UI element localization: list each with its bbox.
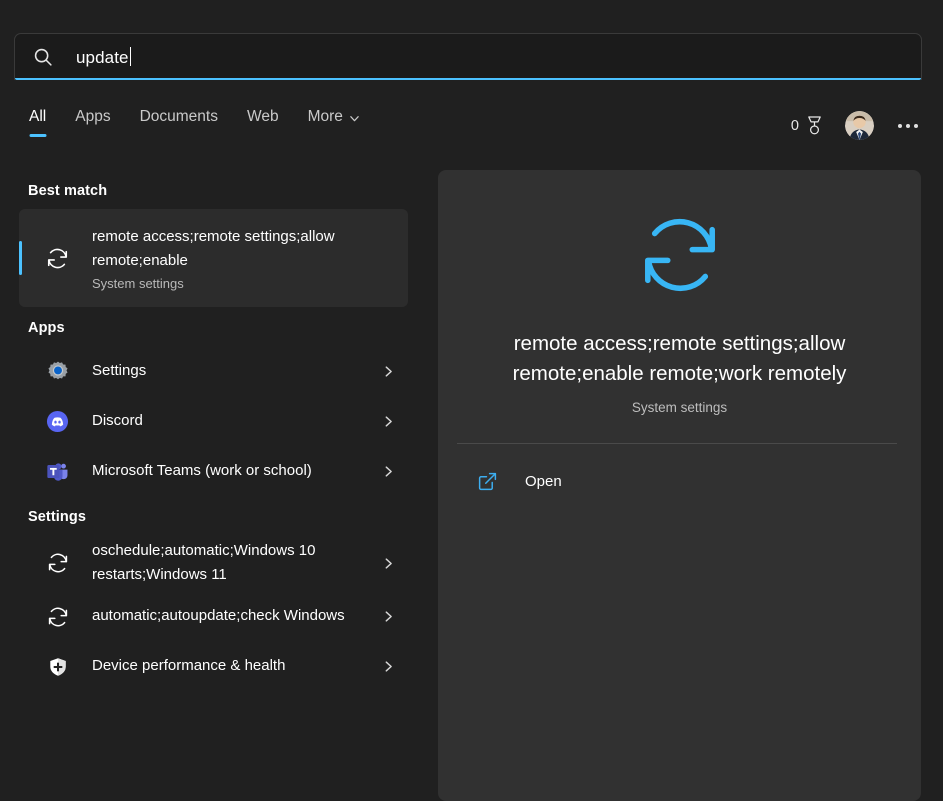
tab-more-label: More: [307, 108, 343, 125]
tab-all[interactable]: All: [28, 108, 47, 137]
preview-subtitle: System settings: [631, 399, 728, 415]
result-item-setting-1[interactable]: oschedule;automatic;Windows 10 restarts;…: [19, 535, 408, 592]
result-best-match-title: remote access;remote settings;allow remo…: [92, 227, 335, 269]
medal-icon: [808, 116, 821, 135]
sync-icon: [644, 218, 715, 292]
shield-icon: [45, 654, 70, 679]
tab-more[interactable]: More: [307, 108, 361, 137]
result-item-discord-label: Discord: [92, 411, 143, 429]
tab-web-label: Web: [246, 108, 279, 125]
result-item-settings[interactable]: Settings: [19, 346, 408, 396]
avatar[interactable]: [845, 111, 874, 140]
preview-divider: [457, 442, 897, 444]
settings-gear-icon: [45, 359, 70, 384]
text-cursor: [129, 46, 131, 66]
result-item-setting-2[interactable]: automatic;autoupdate;check Windows: [19, 592, 408, 642]
tab-apps-label: Apps: [75, 108, 111, 125]
result-item-discord[interactable]: Discord: [19, 396, 408, 446]
active-tab-indicator: [29, 134, 47, 137]
tab-documents-label: Documents: [139, 108, 218, 125]
open-external-icon: [478, 472, 497, 490]
chevron-right-icon[interactable]: [382, 610, 395, 623]
selection-indicator: [19, 241, 22, 275]
result-item-device-performance-health-label: Device performance & health: [92, 657, 286, 675]
search-bar[interactable]: update: [14, 33, 922, 80]
preview-title: remote access;remote settings;allow remo…: [512, 332, 847, 386]
result-item-microsoft-teams[interactable]: Microsoft Teams (work or school): [19, 446, 408, 496]
preview-hero: remote access;remote settings;allow remo…: [438, 170, 921, 415]
sync-icon: [47, 248, 68, 268]
search-icon: [34, 48, 52, 66]
search-results-list[interactable]: Best match remote access;remote settings…: [0, 170, 425, 801]
chevron-right-icon[interactable]: [382, 660, 395, 673]
chevron-right-icon[interactable]: [382, 365, 395, 378]
result-best-match-text: remote access;remote settings;allow remo…: [92, 225, 342, 292]
rewards-button[interactable]: 0: [791, 115, 824, 136]
search-focus-underline: [15, 78, 921, 80]
filter-tabs-bar: All Apps Documents Web More 0: [0, 108, 943, 154]
chevron-down-icon: [350, 115, 359, 121]
microsoft-teams-icon: [45, 459, 70, 484]
ellipsis-icon: [906, 123, 910, 128]
result-item-setting-2-label: automatic;autoupdate;check Windows: [92, 607, 345, 625]
filter-tabs: All Apps Documents Web More: [28, 108, 361, 137]
group-header-best-match: Best match: [28, 183, 108, 199]
search-input[interactable]: update: [14, 33, 922, 80]
tab-apps[interactable]: Apps: [74, 108, 111, 137]
search-input-value: update: [76, 47, 129, 67]
discord-icon: [45, 409, 70, 434]
result-item-settings-label: Settings: [92, 361, 147, 379]
chevron-right-icon[interactable]: [382, 415, 395, 428]
result-item-setting-1-label: oschedule;automatic;Windows 10 restarts;…: [92, 542, 316, 584]
tab-all-label: All: [29, 108, 47, 125]
avatar-photo: [845, 111, 874, 140]
windows-search-window: update All Apps Documents Web More 0 Bes…: [0, 0, 943, 801]
sync-icon: [45, 551, 70, 576]
more-options-button[interactable]: [895, 118, 921, 134]
rewards-count: 0: [790, 117, 799, 134]
result-item-microsoft-teams-label: Microsoft Teams (work or school): [92, 461, 312, 479]
open-button-label: Open: [525, 472, 562, 490]
ellipsis-icon: [898, 123, 902, 128]
result-item-device-performance-health[interactable]: Device performance & health: [19, 642, 408, 692]
sync-icon: [45, 604, 70, 629]
header-actions: 0: [791, 111, 921, 140]
result-best-match-subtitle: System settings: [92, 276, 184, 292]
result-best-match[interactable]: remote access;remote settings;allow remo…: [19, 209, 408, 307]
open-button[interactable]: Open: [452, 460, 907, 503]
chevron-right-icon[interactable]: [382, 557, 395, 570]
chevron-right-icon[interactable]: [382, 465, 395, 478]
group-header-apps: Apps: [28, 320, 65, 336]
group-header-settings: Settings: [28, 509, 86, 525]
result-preview-panel: remote access;remote settings;allow remo…: [438, 170, 921, 801]
search-input-value-wrap: update: [76, 46, 131, 68]
tab-web[interactable]: Web: [246, 108, 280, 137]
ellipsis-icon: [914, 123, 918, 128]
tab-documents[interactable]: Documents: [139, 108, 219, 137]
